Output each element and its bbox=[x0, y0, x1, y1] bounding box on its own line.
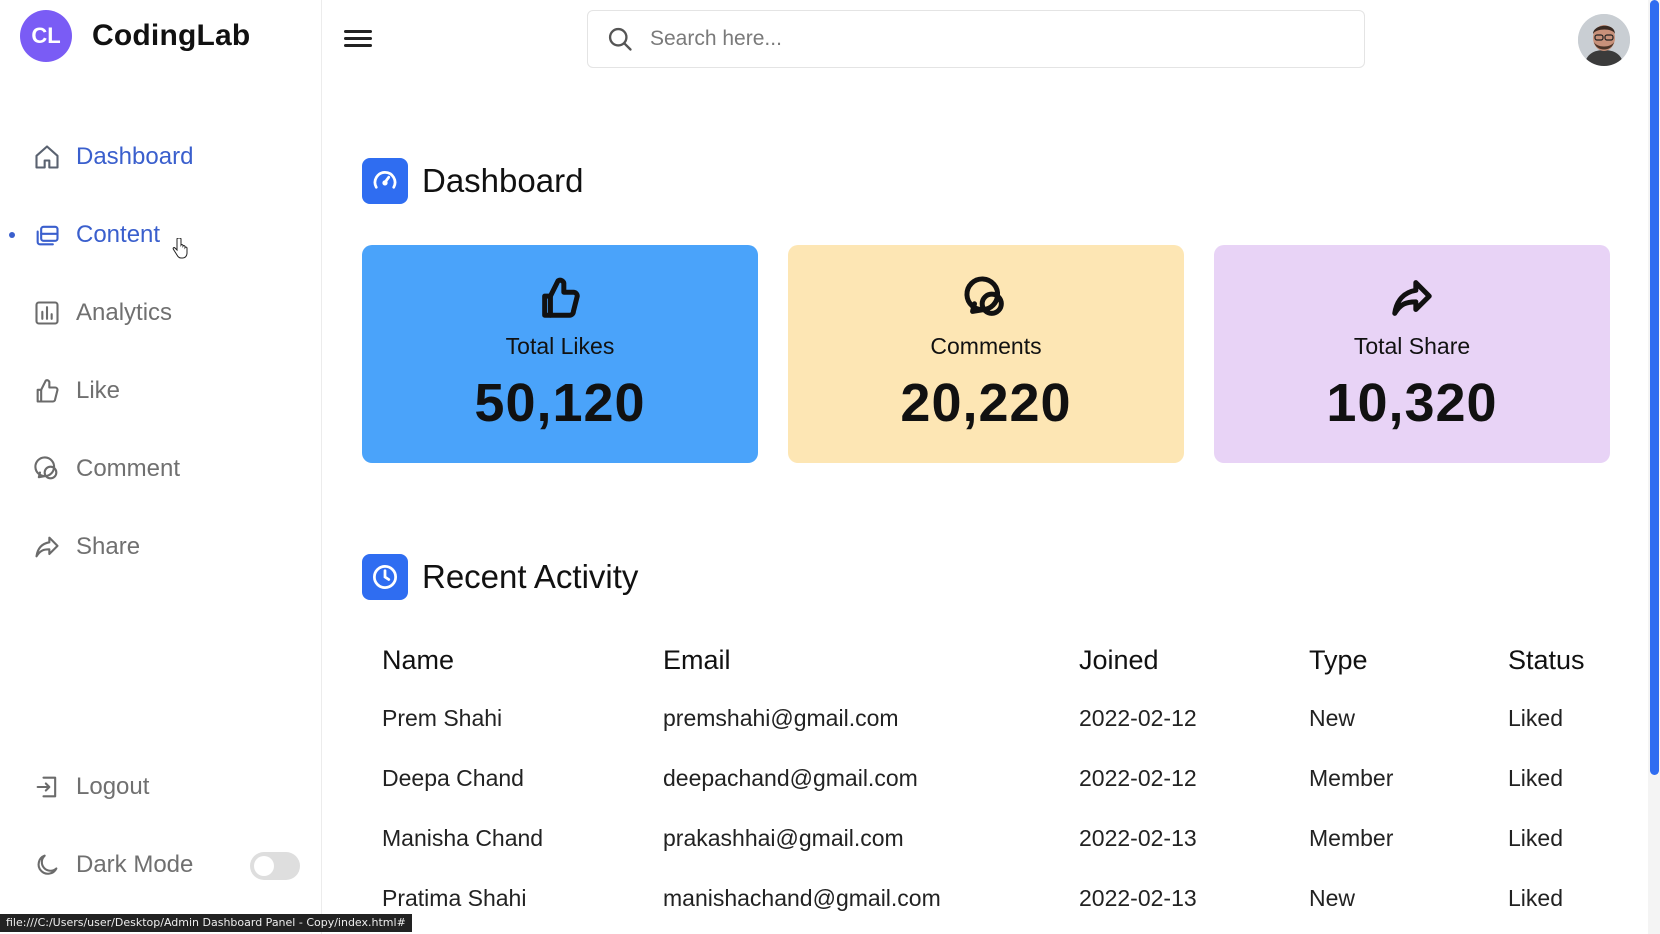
sidebar-bottom: Logout Dark Mode bbox=[0, 748, 322, 904]
share-icon bbox=[32, 532, 62, 562]
column-header-status: Status bbox=[1508, 644, 1585, 675]
table-header-row: Name Email Joined Type Status bbox=[362, 632, 1608, 688]
scrollbar-thumb[interactable] bbox=[1650, 0, 1659, 775]
sidebar-item-label: Like bbox=[76, 377, 121, 404]
sidebar-item-like[interactable]: Like bbox=[0, 352, 322, 430]
stat-card-likes: Total Likes 50,120 bbox=[362, 245, 758, 463]
thumbs-up-icon bbox=[537, 275, 583, 321]
sidebar-item-share[interactable]: Share bbox=[0, 508, 322, 586]
files-icon bbox=[32, 220, 62, 250]
mouse-pointer-icon bbox=[172, 238, 188, 259]
stat-card-comments: Comments 20,220 bbox=[788, 245, 1184, 463]
activity-table: Name Email Joined Type Status Prem Shahi… bbox=[362, 632, 1608, 928]
cell-status: Liked bbox=[1508, 704, 1563, 731]
cell-status: Liked bbox=[1508, 764, 1563, 791]
cell-type: Member bbox=[1309, 824, 1394, 851]
dark-mode-toggle[interactable] bbox=[250, 852, 300, 880]
table-row: Pratima Shahi manishachand@gmail.com 202… bbox=[362, 868, 1608, 928]
dark-mode-label: Dark Mode bbox=[76, 851, 194, 878]
sidebar-item-label: Comment bbox=[76, 455, 181, 482]
cell-name: Pratima Shahi bbox=[382, 884, 527, 911]
table-row: Prem Shahi premshahi@gmail.com 2022-02-1… bbox=[362, 688, 1608, 748]
sidebar-item-dashboard[interactable]: Dashboard bbox=[0, 118, 322, 196]
cell-email: manishachand@gmail.com bbox=[663, 884, 941, 911]
logout-button[interactable]: Logout bbox=[0, 748, 322, 826]
share-icon bbox=[1389, 275, 1435, 321]
logo-badge: CL bbox=[20, 10, 72, 62]
search-input[interactable] bbox=[650, 27, 1290, 51]
avatar[interactable] bbox=[1578, 14, 1630, 66]
comment-icon bbox=[963, 275, 1009, 321]
stat-value: 10,320 bbox=[1326, 373, 1498, 433]
cell-type: New bbox=[1309, 704, 1356, 731]
stat-label: Comments bbox=[930, 333, 1042, 359]
column-header-email: Email bbox=[663, 644, 731, 675]
cell-type: Member bbox=[1309, 764, 1394, 791]
logout-icon bbox=[32, 772, 62, 802]
sidebar-item-label: Share bbox=[76, 533, 141, 560]
cell-email: prakashhai@gmail.com bbox=[663, 824, 904, 851]
recent-activity-heading: Recent Activity bbox=[362, 554, 638, 600]
stat-card-shares: Total Share 10,320 bbox=[1214, 245, 1610, 463]
cell-type: New bbox=[1309, 884, 1356, 911]
cell-joined: 2022-02-12 bbox=[1079, 704, 1197, 731]
sidebar-item-label: Dashboard bbox=[76, 143, 194, 170]
dashboard-heading: Dashboard bbox=[362, 158, 583, 204]
user-photo bbox=[1578, 14, 1630, 66]
column-header-name: Name bbox=[382, 644, 455, 675]
cell-status: Liked bbox=[1508, 884, 1563, 911]
cell-email: deepachand@gmail.com bbox=[663, 764, 918, 791]
cell-joined: 2022-02-12 bbox=[1079, 764, 1197, 791]
column-header-type: Type bbox=[1309, 644, 1368, 675]
stat-label: Total Share bbox=[1353, 333, 1471, 359]
cell-status: Liked bbox=[1508, 824, 1563, 851]
cell-email: premshahi@gmail.com bbox=[663, 704, 899, 731]
search-icon bbox=[608, 27, 632, 51]
sidebar-item-content[interactable]: Content bbox=[0, 196, 322, 274]
stat-value: 20,220 bbox=[900, 373, 1072, 433]
logo[interactable]: CL CodingLab bbox=[20, 10, 250, 62]
page-title: Dashboard bbox=[422, 162, 584, 199]
sidebar-nav: Dashboard Content Analytics Like Comment… bbox=[0, 118, 322, 586]
browser-status-url: file:///C:/Users/user/Desktop/Admin Dash… bbox=[0, 914, 412, 932]
cell-name: Manisha Chand bbox=[382, 824, 544, 851]
hamburger-menu-icon[interactable] bbox=[344, 26, 372, 50]
search-bar bbox=[587, 10, 1365, 68]
cell-joined: 2022-02-13 bbox=[1079, 884, 1197, 911]
thumbs-up-icon bbox=[32, 376, 62, 406]
section-title: Recent Activity bbox=[422, 558, 639, 595]
sidebar: CL CodingLab Dashboard Content Analytics bbox=[0, 0, 322, 934]
home-icon bbox=[32, 142, 62, 172]
cell-joined: 2022-02-13 bbox=[1079, 824, 1197, 851]
logout-label: Logout bbox=[76, 773, 150, 800]
sidebar-item-comment[interactable]: Comment bbox=[0, 430, 322, 508]
bar-chart-icon bbox=[32, 298, 62, 328]
stat-label: Total Likes bbox=[505, 333, 615, 359]
sidebar-item-label: Content bbox=[76, 221, 161, 248]
speedometer-icon bbox=[362, 158, 408, 204]
comment-icon bbox=[32, 454, 62, 484]
app-name: CodingLab bbox=[92, 19, 251, 52]
stat-value: 50,120 bbox=[474, 373, 646, 433]
active-indicator-dot bbox=[9, 232, 15, 238]
stats-cards: Total Likes 50,120 Comments 20,220 Total… bbox=[362, 245, 1610, 463]
clock-icon bbox=[362, 554, 408, 600]
cell-name: Prem Shahi bbox=[382, 704, 503, 731]
cell-name: Deepa Chand bbox=[382, 764, 524, 791]
sidebar-item-label: Analytics bbox=[76, 299, 173, 326]
moon-icon bbox=[32, 850, 62, 880]
table-row: Manisha Chand prakashhai@gmail.com 2022-… bbox=[362, 808, 1608, 868]
sidebar-item-analytics[interactable]: Analytics bbox=[0, 274, 322, 352]
column-header-joined: Joined bbox=[1079, 644, 1159, 675]
table-row: Deepa Chand deepachand@gmail.com 2022-02… bbox=[362, 748, 1608, 808]
